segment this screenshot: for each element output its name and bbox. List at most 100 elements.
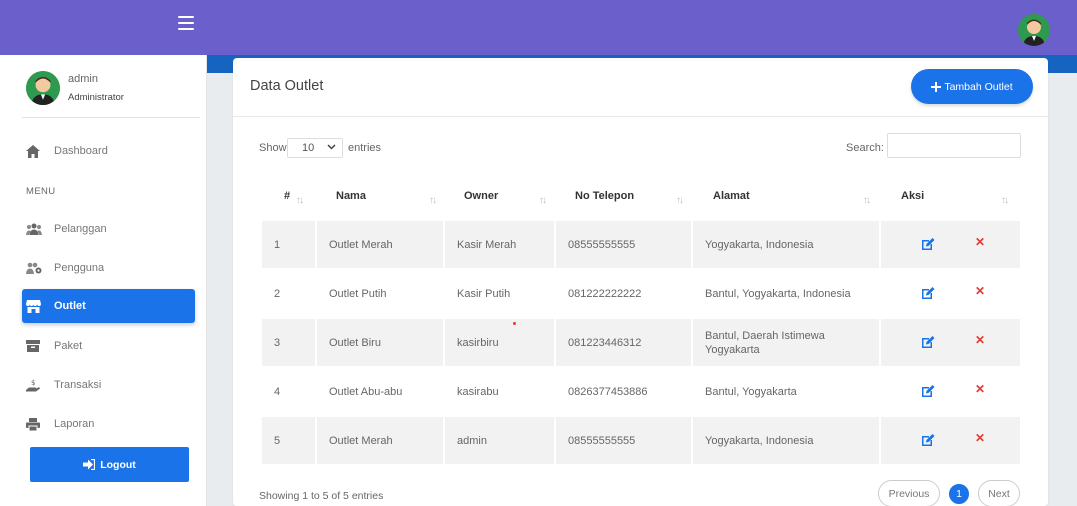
cell-owner: Kasir Merah	[445, 221, 554, 268]
entries-select[interactable]: 10	[287, 138, 343, 158]
users-icon	[26, 223, 54, 235]
cell-number: 5	[262, 417, 315, 464]
cell-alamat: Yogyakarta, Indonesia	[693, 221, 879, 268]
add-outlet-label: Tambah Outlet	[944, 80, 1013, 93]
col-header-owner[interactable]: Owner	[464, 190, 498, 202]
table-row: 5 Outlet Merah admin 08555555555 Yogyaka…	[262, 417, 1020, 464]
user-cog-icon	[26, 262, 54, 274]
logout-label: Logout	[100, 458, 136, 471]
col-header-no-telepon[interactable]: No Telepon	[575, 190, 634, 202]
cell-nama: Outlet Biru	[317, 319, 443, 366]
table-row: 3 Outlet Biru kasirbiru 081223446312 Ban…	[262, 319, 1020, 366]
printer-icon	[26, 417, 54, 431]
sidebar-item-label: Paket	[54, 340, 83, 352]
cell-owner: kasirabu	[457, 385, 499, 398]
edit-icon[interactable]	[921, 384, 935, 398]
previous-page-button[interactable]: Previous	[878, 480, 940, 506]
logout-icon	[83, 459, 96, 470]
search-label: Search:	[846, 142, 884, 154]
sort-icon[interactable]: ↑↓	[296, 195, 304, 206]
sidebar-item-label: Pelanggan	[54, 223, 107, 235]
entries-label: entries	[348, 142, 382, 154]
cell-aksi: ✕	[881, 221, 1020, 268]
next-page-button[interactable]: Next	[978, 480, 1020, 506]
cell-nama: Outlet Merah	[317, 417, 443, 464]
cell-alamat: Bantul, Daerah Istimewa Yogyakarta	[693, 319, 879, 366]
cell-alamat: Yogyakarta, Indonesia	[693, 417, 879, 464]
sidebar-item-pengguna[interactable]: Pengguna	[22, 251, 195, 285]
box-icon	[26, 340, 54, 352]
cell-aksi: ✕	[881, 319, 1020, 366]
cell-nama: Outlet Putih	[329, 287, 387, 300]
cell-aksi: ✕	[881, 417, 1020, 464]
hamburger-menu-icon[interactable]	[178, 16, 194, 30]
sidebar-item-laporan[interactable]: Laporan	[22, 407, 195, 441]
sidebar-item-paket[interactable]: Paket	[22, 329, 195, 363]
delete-icon[interactable]: ✕	[975, 431, 985, 445]
user-role: Administrator	[68, 92, 124, 103]
cell-owner: admin	[445, 417, 554, 464]
delete-icon[interactable]: ✕	[975, 333, 985, 347]
sidebar-item-dashboard[interactable]: Dashboard	[22, 134, 195, 168]
cell-owner: Kasir Putih	[457, 287, 511, 300]
cell-number: 3	[262, 319, 315, 366]
outlet-card: Data Outlet Tambah Outlet Show 10 entrie…	[233, 58, 1048, 506]
search-input[interactable]	[887, 133, 1021, 158]
cell-telepon: 0826377453886	[568, 385, 648, 398]
cell-number: 1	[262, 221, 315, 268]
delete-icon[interactable]: ✕	[975, 235, 985, 249]
sort-icon[interactable]: ↑↓	[1001, 195, 1009, 206]
edit-icon[interactable]	[921, 237, 935, 251]
top-bar	[0, 0, 1077, 55]
cell-aksi: ✕	[881, 368, 1020, 415]
sidebar-item-pelanggan[interactable]: Pelanggan	[22, 212, 195, 246]
menu-section-label: MENU	[26, 186, 56, 197]
sidebar-item-transaksi[interactable]: $ Transaksi	[22, 368, 195, 402]
cell-telepon: 08555555555	[556, 221, 691, 268]
delete-icon[interactable]: ✕	[975, 382, 985, 396]
sidebar-item-outlet[interactable]: Outlet	[22, 289, 195, 323]
user-avatar	[26, 71, 60, 105]
page-1-button[interactable]: 1	[949, 484, 969, 504]
logout-button[interactable]: Logout	[30, 447, 189, 482]
table-row: 4 Outlet Abu-abu kasirabu 0826377453886 …	[262, 368, 1020, 415]
sidebar-item-label: Pengguna	[54, 262, 105, 274]
edit-icon[interactable]	[921, 286, 935, 300]
cell-owner: kasirbiru	[445, 319, 554, 366]
add-outlet-button[interactable]: Tambah Outlet	[911, 69, 1033, 104]
cell-alamat: Bantul, Yogyakarta	[705, 385, 797, 398]
cell-telepon: 081223446312	[556, 319, 691, 366]
edit-icon[interactable]	[921, 335, 935, 349]
cell-alamat: Bantul, Yogyakarta, Indonesia	[705, 287, 851, 300]
plus-icon	[931, 81, 942, 92]
show-label: Show	[259, 142, 287, 154]
card-header: Data Outlet Tambah Outlet	[233, 58, 1048, 117]
edit-icon[interactable]	[921, 433, 935, 447]
cell-telepon: 08555555555	[556, 417, 691, 464]
store-icon	[26, 299, 54, 313]
chevron-down-icon	[327, 142, 336, 154]
home-icon	[26, 144, 54, 158]
cell-number: 2	[274, 287, 281, 300]
col-header-alamat[interactable]: Alamat	[713, 190, 750, 202]
delete-icon[interactable]: ✕	[975, 284, 985, 298]
col-header-number[interactable]: #	[284, 190, 290, 202]
page-title: Data Outlet	[250, 78, 324, 94]
sort-icon[interactable]: ↑↓	[539, 195, 547, 206]
cell-aksi: ✕	[881, 270, 1020, 317]
sidebar-item-label: Transaksi	[54, 379, 102, 391]
table-row: 1 Outlet Merah Kasir Merah 08555555555 Y…	[262, 221, 1020, 268]
cell-telepon: 081222222222	[568, 287, 642, 300]
sort-icon[interactable]: ↑↓	[429, 195, 437, 206]
table-row: 2 Outlet Putih Kasir Putih 081222222222 …	[262, 270, 1020, 317]
sidebar-item-label: Laporan	[54, 418, 95, 430]
sidebar-divider	[22, 117, 200, 118]
sidebar-item-label: Outlet	[54, 300, 86, 312]
top-avatar[interactable]	[1018, 14, 1050, 46]
sort-icon[interactable]: ↑↓	[863, 195, 871, 206]
cell-nama: Outlet Abu-abu	[329, 385, 403, 398]
user-name: admin	[68, 73, 98, 85]
sort-icon[interactable]: ↑↓	[676, 195, 684, 206]
col-header-nama[interactable]: Nama	[336, 190, 366, 202]
hand-coin-icon: $	[26, 378, 54, 392]
